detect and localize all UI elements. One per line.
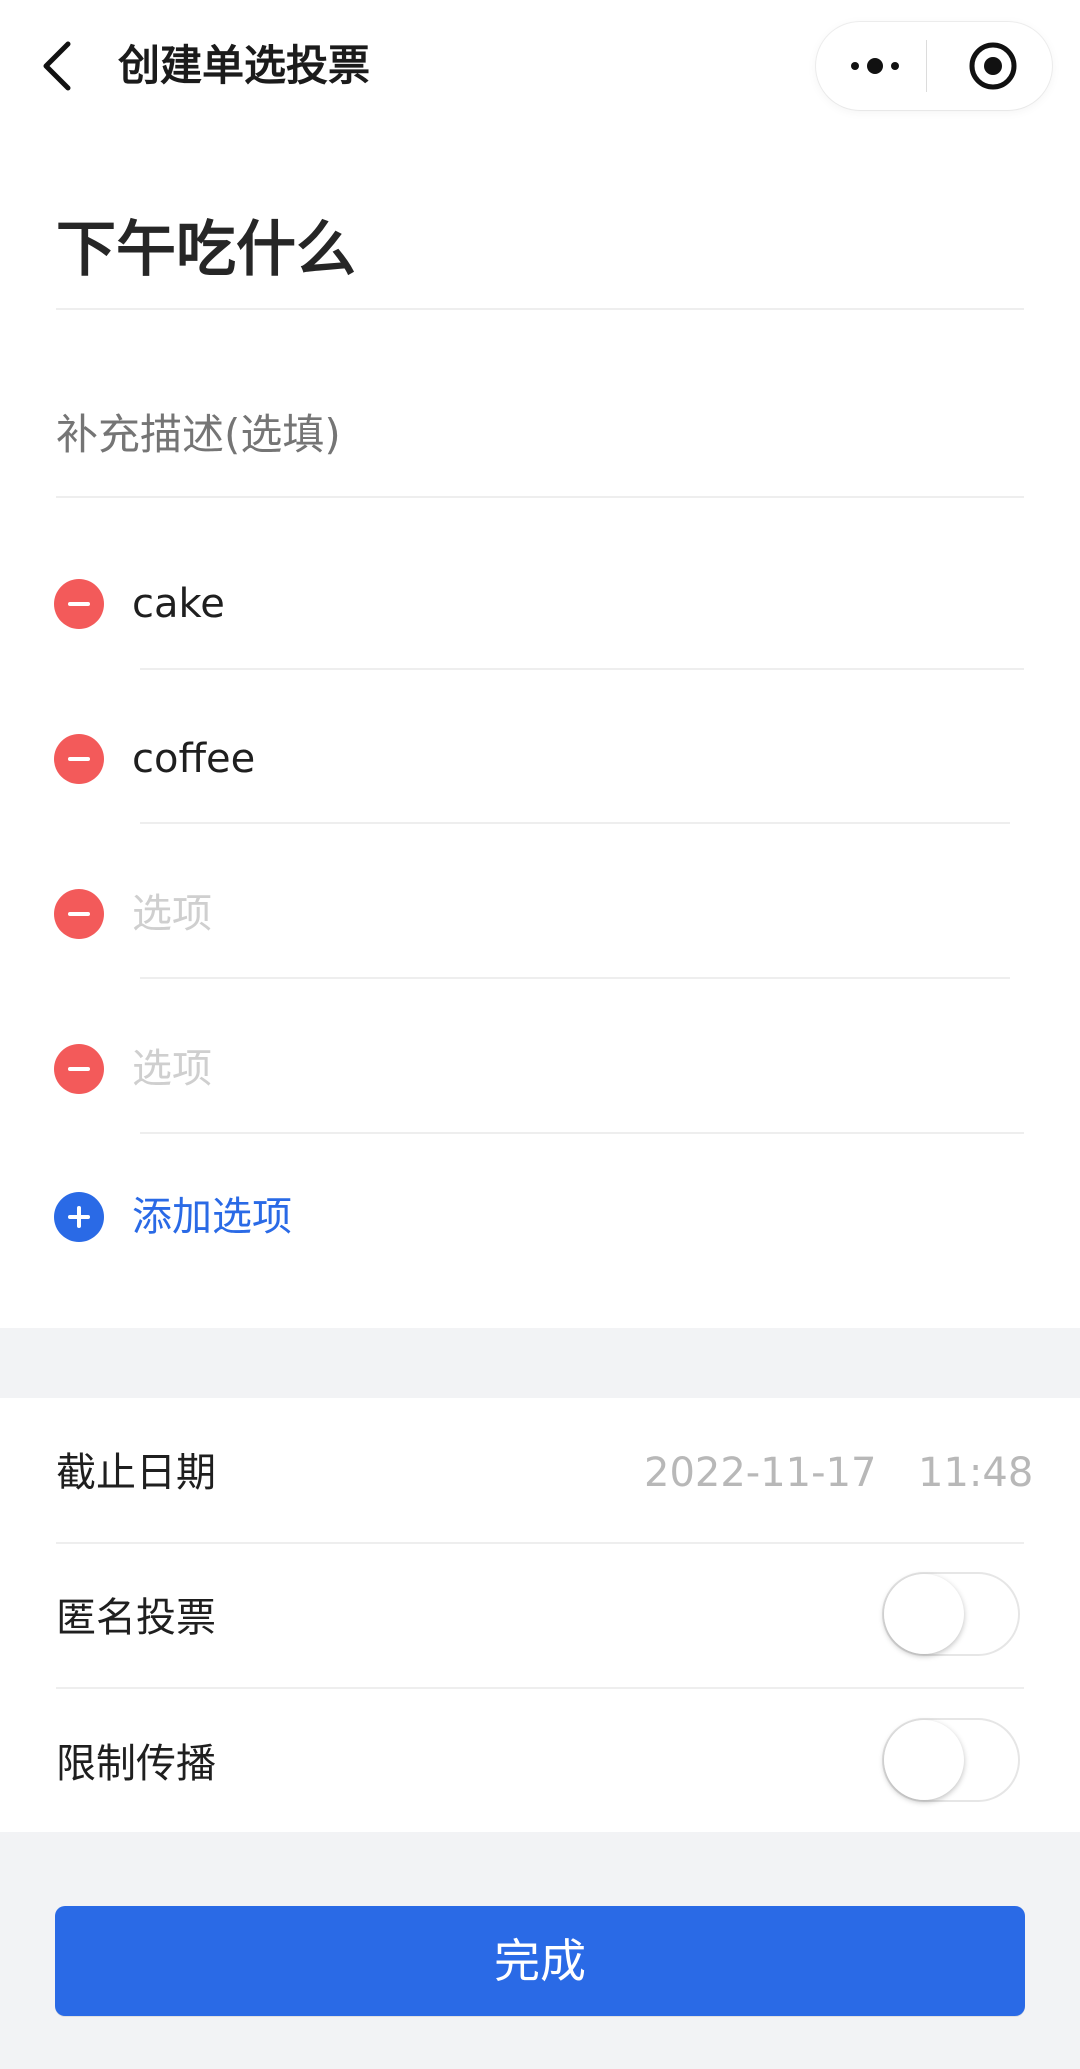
add-option-button[interactable]: 添加选项 [132,1187,292,1247]
option-input[interactable]: cake [132,574,225,634]
anonymous-toggle[interactable] [882,1572,1020,1656]
remove-option-icon[interactable] [54,734,104,784]
deadline-label: 截止日期 [56,1450,216,1496]
add-option-icon[interactable] [54,1192,104,1242]
restrict-share-toggle[interactable] [882,1718,1020,1802]
back-arrow-icon[interactable] [38,38,82,94]
poll-title-input[interactable]: 下午吃什么 [56,205,356,295]
deadline-time[interactable]: 11:48 [918,1443,1033,1503]
description-input[interactable] [56,400,1016,470]
deadline-date[interactable]: 2022-11-17 [644,1443,876,1503]
option-divider [140,668,1024,670]
anonymous-label: 匿名投票 [56,1595,216,1641]
title-divider [56,308,1024,310]
section-separator [0,1328,1080,1398]
option-divider [140,822,1010,824]
settings-divider [56,1542,1024,1544]
done-button[interactable]: 完成 [55,1906,1025,2016]
remove-option-icon[interactable] [54,1044,104,1094]
description-divider [56,496,1024,498]
remove-option-icon[interactable] [54,579,104,629]
option-input[interactable]: coffee [132,729,255,789]
restrict-share-label: 限制传播 [56,1741,216,1787]
close-target-icon[interactable] [934,22,1052,110]
option-input-placeholder[interactable]: 选项 [132,884,212,944]
option-divider [140,977,1010,979]
remove-option-icon[interactable] [54,889,104,939]
option-input-placeholder[interactable]: 选项 [132,1039,212,1099]
capsule-divider [926,40,927,92]
settings-divider [56,1687,1024,1689]
more-dots-icon[interactable] [816,22,934,110]
page-title: 创建单选投票 [118,41,371,90]
option-divider [140,1132,1024,1134]
